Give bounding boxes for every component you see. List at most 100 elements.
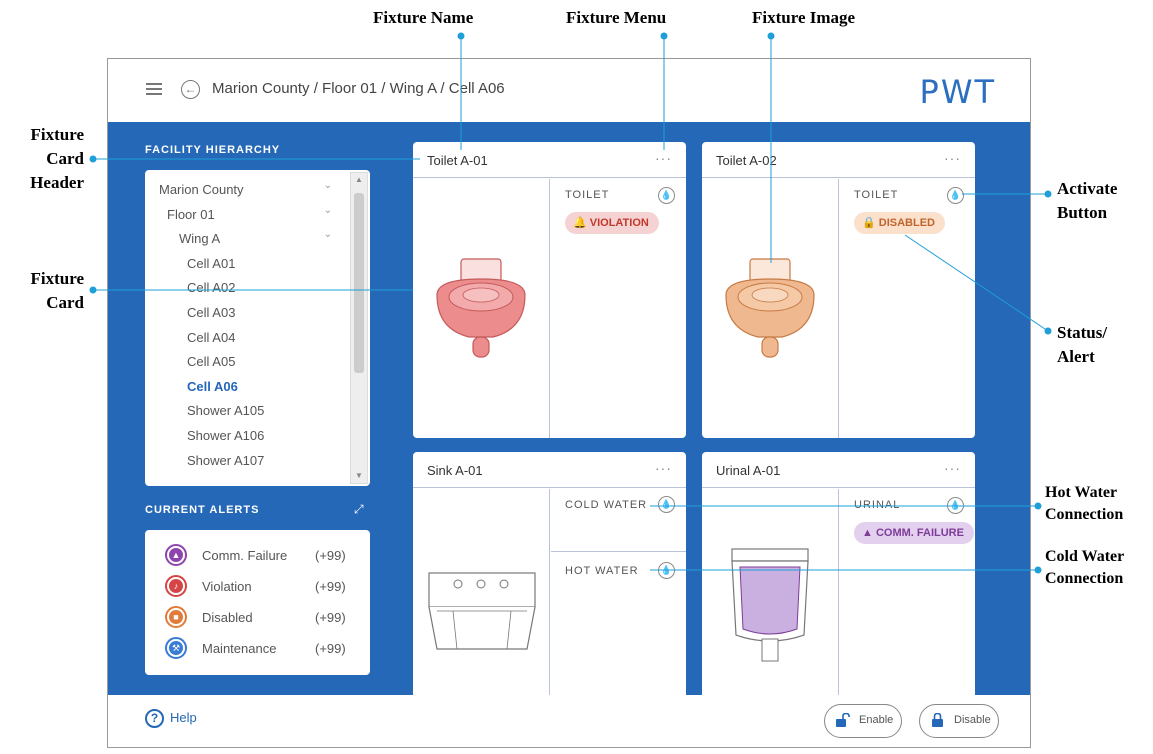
- hot-water-label: HOT WATER: [565, 565, 639, 577]
- tree-item[interactable]: Cell A03: [187, 305, 235, 320]
- alert-row[interactable]: ■ Disabled (+99): [165, 606, 355, 630]
- fixture-image: [702, 179, 839, 438]
- annotation-line: Card: [46, 293, 84, 312]
- help-label: Help: [170, 709, 197, 725]
- toilet-image: [436, 258, 526, 358]
- sink-image: [428, 572, 536, 650]
- tree-item[interactable]: Shower A106: [187, 428, 264, 443]
- alert-count: (+99): [315, 548, 346, 563]
- card-header: Sink A-01 ···: [413, 452, 686, 488]
- alert-count: (+99): [315, 641, 346, 656]
- back-arrow-icon[interactable]: ←: [181, 80, 200, 99]
- fixture-card-toilet-a02[interactable]: Toilet A-02 ··· TOILET 💧 🔒 DISABLED: [702, 142, 975, 438]
- cold-water-connection-icon[interactable]: 💧: [658, 496, 675, 513]
- status-text: DISABLED: [878, 217, 935, 229]
- tree-scrollbar[interactable]: ▲ ▼: [350, 172, 368, 484]
- breadcrumb: Marion County / Floor 01 / Wing A / Cell…: [212, 80, 505, 97]
- fixture-menu-icon[interactable]: ···: [944, 150, 961, 166]
- bell-icon: 🔔: [573, 217, 587, 229]
- annotation-line: Connection: [1045, 570, 1124, 587]
- annotation-fixture-menu: Fixture Menu: [566, 8, 667, 27]
- wrench-icon: ⚒: [165, 637, 187, 659]
- annotation-line: Activate: [1057, 179, 1118, 198]
- fixture-info: COLD WATER 💧 HOT WATER 💧: [551, 489, 686, 712]
- tree-item[interactable]: Cell A06: [187, 379, 238, 394]
- tree-item[interactable]: Cell A02: [187, 280, 235, 295]
- fixture-menu-icon[interactable]: ···: [655, 460, 672, 476]
- chevron-down-icon[interactable]: ⌄: [324, 229, 332, 240]
- enable-label: Enable: [859, 714, 894, 726]
- alerts-title: CURRENT ALERTS: [145, 504, 260, 516]
- chevron-down-icon[interactable]: ⌄: [324, 180, 332, 191]
- warning-icon: ▲: [165, 544, 187, 566]
- fixture-type: URINAL: [854, 499, 901, 511]
- card-header: Urinal A-01 ···: [702, 452, 975, 488]
- alert-count: (+99): [315, 610, 346, 625]
- alert-count: (+99): [315, 579, 346, 594]
- annotation-line: Header: [30, 173, 84, 192]
- fixture-image: [702, 489, 839, 712]
- activate-water-icon[interactable]: 💧: [947, 497, 964, 514]
- fixture-menu-icon[interactable]: ···: [944, 460, 961, 476]
- tree-item[interactable]: Shower A105: [187, 403, 264, 418]
- tree-item[interactable]: Cell A04: [187, 330, 235, 345]
- menu-icon[interactable]: [146, 83, 162, 95]
- divider: [551, 551, 686, 552]
- annotation-line: Fixture: [30, 125, 84, 144]
- logo: PWT: [919, 73, 996, 111]
- disable-button[interactable]: Disable: [919, 704, 999, 738]
- tree-item[interactable]: Shower A107: [187, 453, 264, 468]
- annotation-fixture-name: Fixture Name: [373, 8, 474, 27]
- alert-row[interactable]: ♪ Violation (+99): [165, 575, 355, 599]
- hot-water-connection-icon[interactable]: 💧: [658, 562, 675, 579]
- enable-button[interactable]: Enable: [824, 704, 902, 738]
- status-text: COMM. FAILURE: [875, 527, 964, 539]
- status-badge: 🔔 VIOLATION: [565, 212, 659, 234]
- alert-row[interactable]: ⚒ Maintenance (+99): [165, 637, 355, 661]
- annotation-status-alert: Status/ Alert: [1057, 321, 1107, 369]
- urinal-image: [731, 548, 809, 662]
- fixture-name: Sink A-01: [427, 463, 483, 478]
- tree-item[interactable]: Wing A: [179, 231, 220, 246]
- annotation-fixture-card: Fixture Card: [10, 267, 84, 315]
- tree-item[interactable]: Marion County: [159, 182, 244, 197]
- tree-item[interactable]: Cell A01: [187, 256, 235, 271]
- bell-icon: ♪: [165, 575, 187, 597]
- annotation-line: Button: [1057, 203, 1108, 222]
- alert-label: Maintenance: [202, 641, 277, 656]
- tree-item[interactable]: Cell A05: [187, 354, 235, 369]
- annotation-cold-water: Cold Water Connection: [1045, 546, 1124, 590]
- fixture-menu-icon[interactable]: ···: [655, 150, 672, 166]
- fixture-image: [413, 179, 550, 438]
- fixture-card-toilet-a01[interactable]: Toilet A-01 ··· TOILET 💧 🔔 VIOLATION: [413, 142, 686, 438]
- fixture-card-urinal-a01[interactable]: Urinal A-01 ··· URINAL 💧 ▲ COMM. FAILURE: [702, 452, 975, 712]
- fixture-type: TOILET: [565, 189, 610, 201]
- alert-row[interactable]: ▲ Comm. Failure (+99): [165, 544, 355, 568]
- alert-label: Comm. Failure: [202, 548, 288, 563]
- activate-water-icon[interactable]: 💧: [658, 187, 675, 204]
- scroll-down-icon[interactable]: ▼: [351, 469, 367, 483]
- alert-label: Disabled: [202, 610, 253, 625]
- annotation-activate-button: Activate Button: [1057, 177, 1117, 225]
- fixture-card-sink-a01[interactable]: Sink A-01 ··· COLD WATER 💧 HOT WATER 💧: [413, 452, 686, 712]
- fixture-type: TOILET: [854, 189, 899, 201]
- annotation-line: Cold Water: [1045, 548, 1125, 565]
- disable-label: Disable: [954, 714, 991, 726]
- scroll-thumb[interactable]: [354, 193, 364, 373]
- activate-water-icon[interactable]: 💧: [947, 187, 964, 204]
- app-window: ← Marion County / Floor 01 / Wing A / Ce…: [107, 58, 1031, 748]
- help-link[interactable]: ? Help: [145, 709, 197, 728]
- annotation-hot-water: Hot Water Connection: [1045, 482, 1123, 526]
- annotation-line: Card: [46, 149, 84, 168]
- lock-icon: 🔒: [862, 217, 876, 229]
- annotation-fixture-card-header: Fixture Card Header: [10, 123, 84, 195]
- card-header: Toilet A-02 ···: [702, 142, 975, 178]
- footer-bar: ? Help Enable Disable: [108, 695, 1030, 747]
- tree-item[interactable]: Floor 01: [167, 207, 215, 222]
- chevron-down-icon[interactable]: ⌄: [324, 205, 332, 216]
- expand-icon[interactable]: ⤢: [354, 502, 364, 517]
- fixture-name: Toilet A-02: [716, 153, 777, 168]
- annotation-line: Status/: [1057, 323, 1108, 342]
- annotation-line: Connection: [1045, 506, 1124, 523]
- scroll-up-icon[interactable]: ▲: [351, 173, 367, 187]
